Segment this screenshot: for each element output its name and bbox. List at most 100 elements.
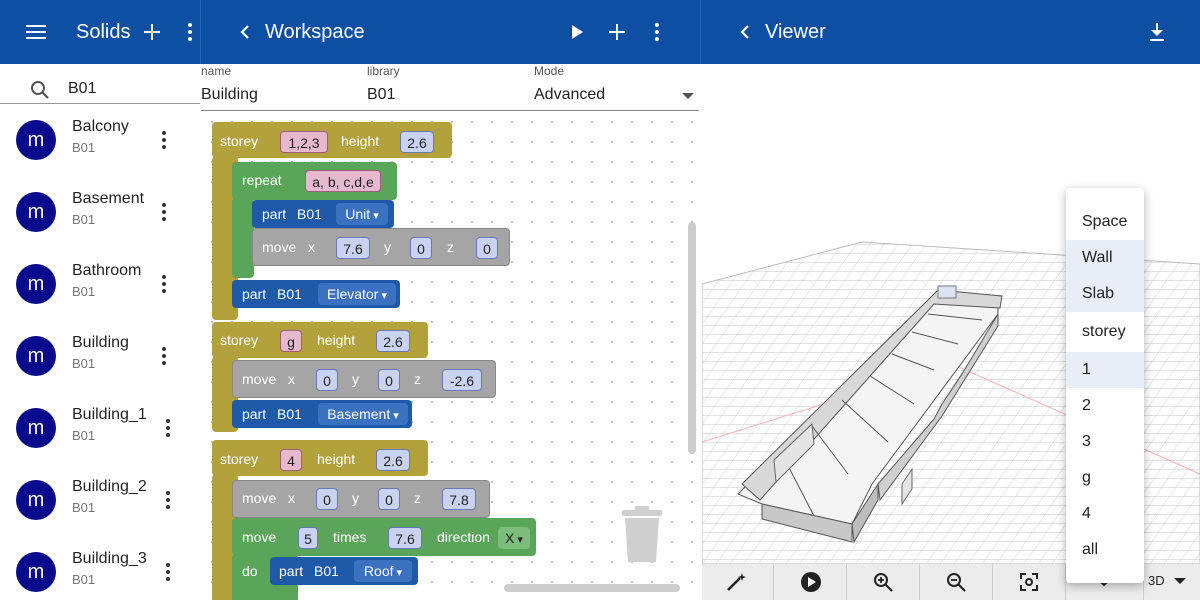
item-more-icon[interactable] (152, 128, 176, 152)
height-value[interactable]: 2.6 (376, 449, 410, 471)
vertical-scrollbar[interactable] (688, 222, 696, 454)
view-mode-value: 3D (1148, 573, 1165, 588)
layer-menu-item[interactable]: storey (1066, 314, 1144, 350)
avatar: m (16, 408, 56, 448)
x-label: x (288, 490, 295, 506)
move-label: move (242, 529, 277, 545)
move-z-value[interactable]: 7.8 (442, 488, 476, 510)
layer-menu-item[interactable]: all (1066, 532, 1144, 568)
toolbar-fit-button[interactable] (993, 564, 1066, 600)
toolbar-zoom-in-button[interactable] (847, 564, 920, 600)
move-label: move (242, 490, 277, 506)
mode-select[interactable]: Advanced (534, 86, 605, 104)
download-icon[interactable] (1145, 20, 1169, 44)
fields-underline (201, 110, 699, 111)
part-select[interactable]: Elevator (318, 283, 396, 305)
back-icon[interactable] (733, 20, 757, 44)
solid-list-item[interactable]: m Building_3 B01 (0, 538, 200, 610)
move-x-value[interactable]: 0 (316, 488, 338, 510)
repeat-list[interactable]: a, b, c,d,e (305, 170, 381, 192)
storey-value[interactable]: g (280, 330, 302, 352)
add-block-button[interactable] (605, 20, 629, 44)
solid-list-item[interactable]: m Basement B01 (0, 178, 200, 250)
solid-list-item[interactable]: m Building B01 (0, 322, 200, 394)
horizontal-scrollbar[interactable] (504, 584, 680, 592)
solids-more-icon[interactable] (180, 20, 200, 44)
part-library: B01 (277, 406, 302, 422)
back-icon[interactable] (233, 20, 257, 44)
solid-library: B01 (72, 572, 96, 587)
solid-library: B01 (72, 140, 96, 155)
toolbar-magic-button[interactable] (702, 564, 774, 600)
item-more-icon[interactable] (152, 200, 176, 224)
part-label: part (242, 406, 267, 422)
height-value[interactable]: 2.6 (376, 330, 410, 352)
play-circle-icon (801, 572, 821, 592)
layer-menu-item[interactable]: 2 (1066, 388, 1144, 424)
part-select[interactable]: Unit (336, 203, 388, 225)
move-y-value[interactable]: 0 (378, 488, 400, 510)
solid-list-item[interactable]: m Building_1 B01 (0, 394, 200, 466)
item-more-icon[interactable] (156, 416, 180, 440)
z-label: z (447, 239, 454, 255)
solid-name: Building_1 (72, 406, 147, 423)
move-z-value[interactable]: -2.6 (442, 369, 482, 391)
magic-wand-icon (727, 573, 746, 591)
solid-list-item[interactable]: m Balcony B01 (0, 106, 200, 178)
step-value[interactable]: 7.6 (388, 527, 422, 549)
solid-list-item[interactable]: m Bathroom B01 (0, 250, 200, 322)
solid-library: B01 (72, 284, 96, 299)
avatar: m (16, 480, 56, 520)
workspace-more-icon[interactable] (647, 20, 667, 44)
move-y-value[interactable]: 0 (378, 369, 400, 391)
layer-menu-item[interactable]: 1 (1066, 352, 1144, 388)
view-mode-select[interactable]: 3D (1144, 564, 1200, 600)
solids-title: Solids (76, 21, 131, 43)
toolbar-zoom-out-button[interactable] (920, 564, 993, 600)
trash-icon[interactable] (620, 506, 664, 564)
item-more-icon[interactable] (152, 344, 176, 368)
part-label: part (242, 286, 267, 302)
layer-menu-item[interactable]: 4 (1066, 496, 1144, 532)
menu-icon[interactable] (24, 20, 48, 44)
part-library: B01 (314, 563, 339, 579)
mode-dropdown-icon[interactable] (682, 93, 694, 101)
move-times-block[interactable] (232, 518, 536, 556)
move-z-value[interactable]: 0 (476, 237, 498, 259)
move-label: move (242, 371, 277, 387)
run-button[interactable] (565, 20, 589, 44)
y-label: y (352, 490, 359, 506)
layer-menu-item[interactable]: g (1066, 460, 1144, 496)
move-y-value[interactable]: 0 (410, 237, 432, 259)
item-more-icon[interactable] (152, 272, 176, 296)
height-value[interactable]: 2.6 (400, 131, 434, 153)
item-more-icon[interactable] (156, 560, 180, 584)
item-more-icon[interactable] (156, 488, 180, 512)
solid-list-item[interactable]: m Building_2 B01 (0, 466, 200, 538)
part-select[interactable]: Roof (354, 560, 412, 582)
layer-menu-item[interactable]: 3 (1066, 424, 1144, 460)
height-label: height (317, 451, 356, 467)
add-solid-button[interactable] (140, 20, 164, 44)
library-label: library (367, 64, 400, 78)
direction-select[interactable]: X (498, 527, 530, 549)
move-x-value[interactable]: 0 (316, 369, 338, 391)
storey-value[interactable]: 1,2,3 (280, 131, 328, 153)
block-workspace[interactable]: storey 1,2,3 height 2.6 repeat a, b, c,d… (202, 112, 700, 600)
part-library: B01 (277, 286, 302, 302)
layer-menu-item[interactable]: Slab (1066, 276, 1144, 312)
layer-menu-item[interactable]: Space (1066, 204, 1144, 240)
part-select[interactable]: Basement (318, 403, 408, 425)
library-field[interactable]: B01 (367, 86, 395, 104)
storey-value[interactable]: 4 (280, 449, 302, 471)
toolbar-play-button[interactable] (774, 564, 847, 600)
layer-menu-item[interactable]: Wall (1066, 240, 1144, 276)
move-x-value[interactable]: 7.6 (336, 237, 370, 259)
times-value[interactable]: 5 (298, 527, 318, 549)
solid-name: Building_3 (72, 550, 147, 567)
fit-screen-icon (1020, 573, 1038, 591)
name-field[interactable]: Building (201, 86, 258, 104)
search-input[interactable]: B01 (68, 80, 96, 98)
solid-name: Balcony (72, 118, 129, 135)
search-bar[interactable]: B01 (0, 64, 200, 104)
